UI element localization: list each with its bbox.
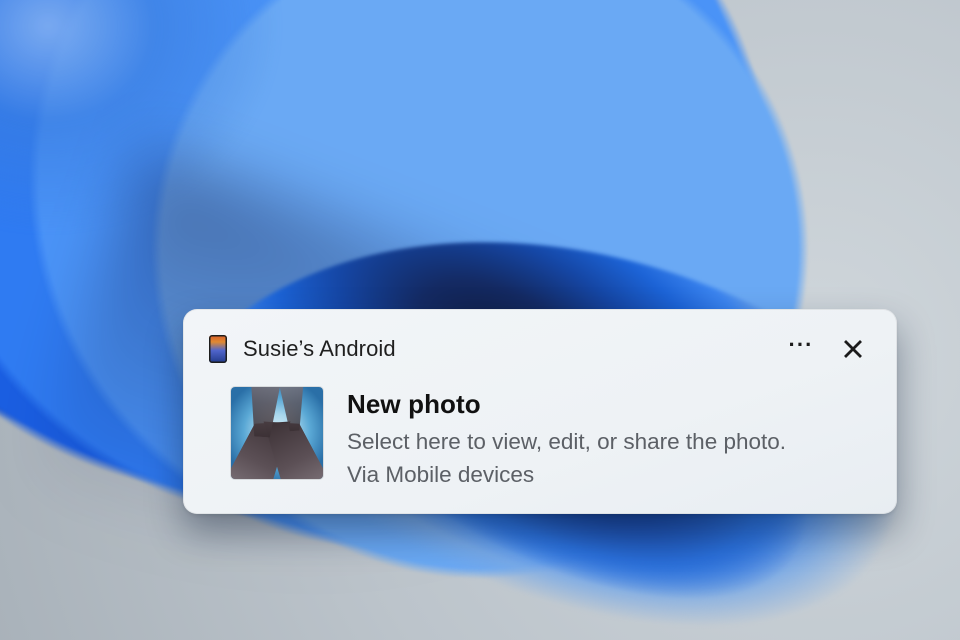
toast-via-text: Via Mobile devices xyxy=(347,462,786,488)
toast-header: Susie’s Android ··· xyxy=(209,331,871,367)
toast-text-block: New photo Select here to view, edit, or … xyxy=(347,387,786,488)
toast-app-title: Susie’s Android xyxy=(243,336,767,362)
toast-description: Select here to view, edit, or share the … xyxy=(347,426,786,458)
phone-device-icon xyxy=(209,335,227,363)
photo-thumbnail xyxy=(231,387,323,479)
close-icon xyxy=(844,340,862,358)
more-options-button[interactable]: ··· xyxy=(783,331,819,367)
toast-title: New photo xyxy=(347,389,786,420)
close-button[interactable] xyxy=(835,331,871,367)
toast-body[interactable]: New photo Select here to view, edit, or … xyxy=(209,387,871,488)
notification-toast[interactable]: Susie’s Android ··· New photo Select her… xyxy=(183,309,897,514)
